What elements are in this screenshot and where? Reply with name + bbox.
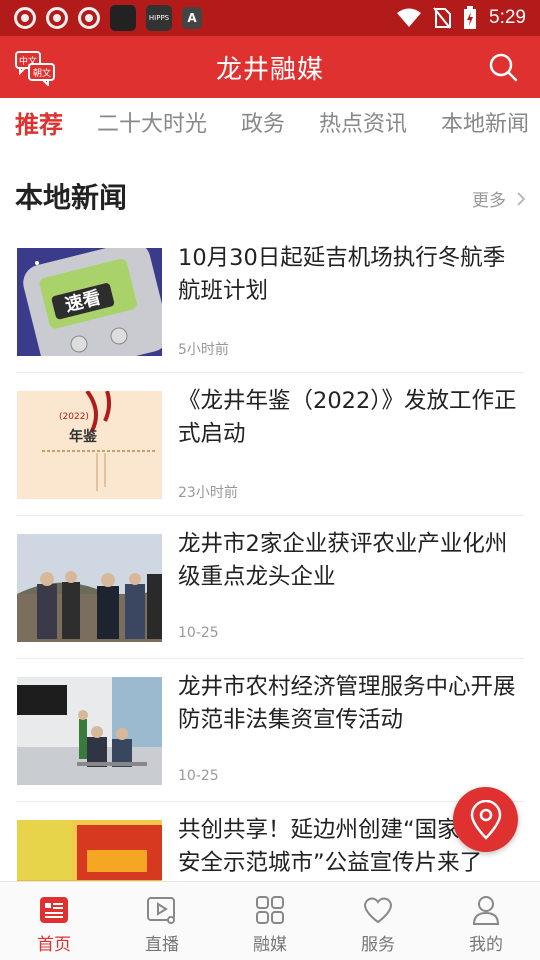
hipps-icon: HIPPS [146,5,172,31]
news-title: 龙井市农村经济管理服务中心开展防范非法集资宣传活动 [178,674,516,733]
lang-top-label: 中文 [19,55,37,67]
chevron-right-icon [517,191,526,206]
wifi-icon [397,8,422,27]
language-switch-icon: 中文 朝文 [15,51,55,88]
news-thumbnail: 速看 [17,248,162,356]
news-time: 10-25 [178,625,219,641]
tab-hot-news[interactable]: 热点资讯 [302,106,424,138]
nav-label: 融媒 [253,935,287,955]
nav-label: 我的 [469,935,503,955]
location-pin-icon [470,799,501,840]
news-thumbnail [17,534,162,642]
news-item[interactable]: (2022) 年鉴 《龙井年鉴（2022）》发放工作正式启动 23小时前 [16,373,524,516]
location-button[interactable] [453,787,518,852]
nav-label: 直播 [145,935,179,955]
channel-tabs: 推荐 二十大时光 政务 热点资讯 本地新闻 [0,98,540,146]
nav-home[interactable]: 首页 [0,882,108,960]
heart-icon [363,897,393,924]
clock: 5:29 [489,7,526,28]
status-bar: HIPPS A 5:29 [0,0,540,36]
search-button[interactable] [488,52,518,82]
tab-government[interactable]: 政务 [224,106,302,138]
chrome-icon [46,7,68,29]
news-item[interactable]: 龙井市农村经济管理服务中心开展防范非法集资宣传活动 10-25 [16,659,524,802]
app-square-icon [110,5,136,31]
news-title: 《龙井年鉴（2022）》发放工作正式启动 [178,388,517,447]
home-news-icon [40,897,68,923]
news-thumbnail: (2022) 年鉴 [17,391,162,499]
live-video-icon [147,897,175,924]
nav-media[interactable]: 融媒 [216,882,324,960]
tab-local-news[interactable]: 本地新闻 [424,106,540,138]
language-switch-button[interactable]: 中文 朝文 [14,48,56,88]
section-title: 本地新闻 [15,181,128,214]
tab-recommend[interactable]: 推荐 [0,105,80,140]
thumb-caption: 年鉴 [69,428,98,445]
tab-twentieth-congress[interactable]: 二十大时光 [80,106,224,138]
lang-bottom-label: 朝文 [33,67,51,79]
chrome-icon [14,7,36,29]
app-title: 龙井融媒 [215,54,324,85]
thumb-year: (2022) [59,412,89,422]
news-title: 龙井市2家企业获评农业产业化州级重点龙头企业 [178,531,508,590]
news-time: 23小时前 [178,485,238,501]
nav-profile[interactable]: 我的 [432,882,540,960]
search-icon [489,53,518,82]
nav-live[interactable]: 直播 [108,882,216,960]
news-thumbnail [17,677,162,785]
user-icon [472,896,500,925]
notification-icons: HIPPS A [14,5,202,31]
nav-label: 服务 [361,935,395,955]
news-title: 10月30日起延吉机场执行冬航季航班计划 [178,245,506,304]
news-item[interactable]: 速看 10月30日起延吉机场执行冬航季航班计划 5小时前 [16,230,524,373]
no-sim-icon [433,7,452,29]
nav-label: 首页 [37,935,71,955]
nav-services[interactable]: 服务 [324,882,432,960]
grid-icon [256,896,284,924]
chrome-icon [78,7,100,29]
news-time: 5小时前 [178,342,229,358]
news-time: 10-25 [178,768,219,784]
more-button[interactable]: 更多 [472,186,526,211]
more-label: 更多 [472,191,506,211]
a-icon: A [182,7,202,29]
news-item[interactable]: 龙井市2家企业获评农业产业化州级重点龙头企业 10-25 [16,516,524,659]
app-header: 中文 朝文 龙井融媒 [0,36,540,98]
bottom-navigation: 首页 直播 融媒 服务 我的 [0,881,540,960]
battery-icon [464,6,477,29]
